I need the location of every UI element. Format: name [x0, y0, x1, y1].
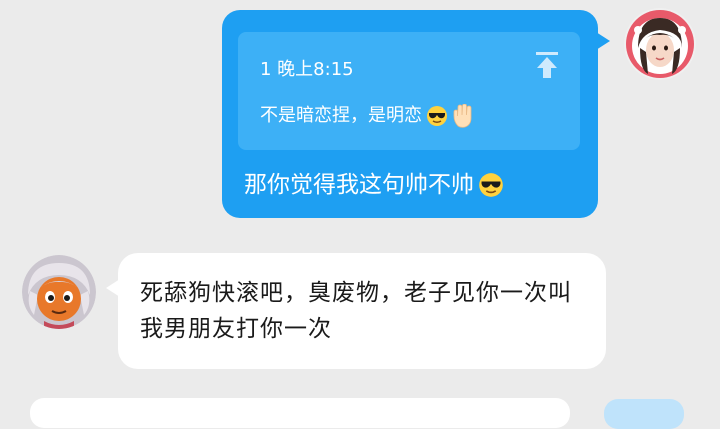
- sent-text-row: 那你觉得我这句帅不帅: [244, 170, 504, 200]
- cartoon-avatar-icon: [22, 255, 96, 329]
- waving-hand-emoji-icon: [453, 104, 472, 128]
- quote-text-row: 不是暗恋捏，是明恋: [260, 104, 474, 128]
- sent-text: 那你觉得我这句帅不帅: [244, 172, 474, 198]
- contact-avatar[interactable]: [22, 255, 96, 329]
- sender-avatar[interactable]: [624, 8, 696, 80]
- sunglasses-emoji-icon: [479, 173, 503, 197]
- quoted-message[interactable]: 1 晚上8:15 不是暗恋捏，是明恋: [238, 32, 580, 150]
- received-text: 死舔狗快滚吧，臭废物，老子见你一次叫我男朋友打你一次: [140, 280, 572, 342]
- quote-meta: 1 晚上8:15: [260, 59, 354, 80]
- next-received-bubble[interactable]: [30, 398, 570, 428]
- quote-text: 不是暗恋捏，是明恋: [260, 105, 422, 126]
- sunglasses-emoji-icon: [427, 106, 447, 126]
- sent-message-bubble[interactable]: 1 晚上8:15 不是暗恋捏，是明恋 那你觉得我这句帅不帅: [222, 10, 610, 218]
- received-message-bubble[interactable]: 死舔狗快滚吧，臭废物，老子见你一次叫我男朋友打你一次: [106, 253, 606, 369]
- girl-avatar-icon: [624, 8, 696, 80]
- next-sent-bubble[interactable]: [604, 399, 684, 429]
- scroll-to-top-icon[interactable]: [534, 50, 560, 80]
